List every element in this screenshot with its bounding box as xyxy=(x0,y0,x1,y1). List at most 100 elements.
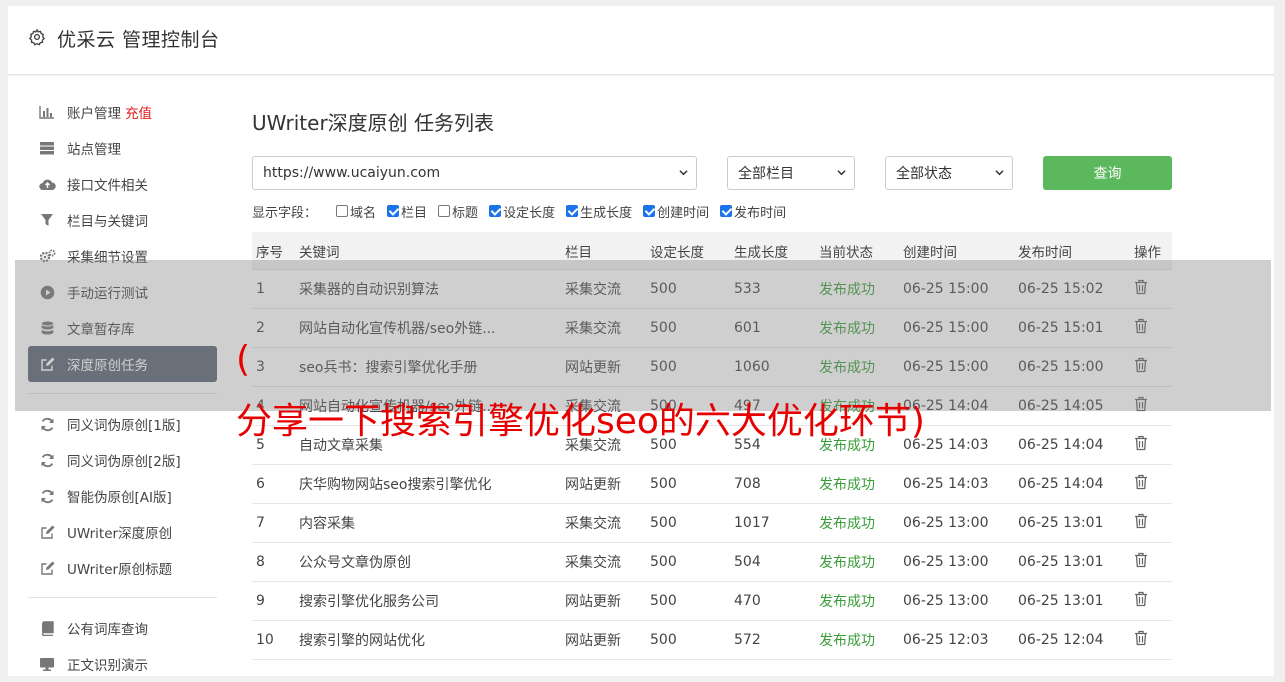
table-cell: 网站更新 xyxy=(565,594,621,610)
table-cell: 500 xyxy=(650,632,677,648)
table-cell: 500 xyxy=(650,515,677,531)
checkbox-box[interactable] xyxy=(489,205,502,217)
filter-icon xyxy=(38,211,56,229)
display-fields-label: 显示字段： xyxy=(252,205,318,221)
sidebar-item-label: 站点管理 xyxy=(67,142,121,158)
delete-button[interactable] xyxy=(1134,474,1172,494)
delete-button[interactable] xyxy=(1134,435,1172,455)
status-select-value: 全部状态 xyxy=(896,166,952,182)
sidebar-item-label: 公有词库查询 xyxy=(67,622,148,638)
checkbox-box[interactable] xyxy=(336,205,349,217)
table-cell: 06-25 14:04 xyxy=(1018,437,1104,453)
table-cell: 发布成功 xyxy=(819,633,875,649)
query-button[interactable]: 查询 xyxy=(1043,156,1172,190)
refresh-icon xyxy=(38,451,56,469)
delete-button[interactable] xyxy=(1134,630,1172,650)
sidebar-item-group1-1[interactable]: 站点管理 xyxy=(28,130,217,166)
trash-icon xyxy=(1135,591,1147,607)
chevron-down-icon xyxy=(995,170,1004,176)
field-checkbox-5[interactable]: 创建时间 xyxy=(643,202,709,221)
banner-overlay xyxy=(15,260,1271,411)
table-cell: 发布成功 xyxy=(819,516,875,532)
table-cell: 发布成功 xyxy=(819,594,875,610)
field-checkbox-1[interactable]: 栏目 xyxy=(387,202,427,221)
delete-button[interactable] xyxy=(1134,513,1172,533)
checkbox-box[interactable] xyxy=(643,205,656,217)
trash-icon xyxy=(1135,474,1147,490)
column-header: 操作 xyxy=(1134,244,1161,261)
chevron-down-icon xyxy=(837,170,846,176)
table-cell: 采集交流 xyxy=(565,516,621,532)
recharge-link[interactable]: 充值 xyxy=(125,102,152,122)
table-cell: 发布成功 xyxy=(819,477,875,493)
table-cell: 06-25 12:03 xyxy=(903,632,989,648)
sidebar-item-label: 智能伪原创[AI版] xyxy=(67,490,172,506)
sidebar-item-group2-2[interactable]: 智能伪原创[AI版] xyxy=(28,478,217,514)
table-row: 6 庆华购物网站seo搜索引擎优化 网站更新 500 708 发布成功 06-25 14:0… xyxy=(252,465,1172,504)
table-cell: 06-25 14:04 xyxy=(1018,476,1104,492)
delete-button[interactable] xyxy=(1134,591,1172,611)
trash-icon xyxy=(1135,435,1147,451)
checkbox-box[interactable] xyxy=(387,205,400,217)
bar-chart-icon xyxy=(38,103,56,121)
sidebar-item-group2-0[interactable]: 同义词伪原创[1版] xyxy=(28,406,217,442)
table-cell: 网站更新 xyxy=(565,477,621,493)
app-title: 优采云 管理控制台 xyxy=(57,29,220,51)
sidebar-item-group1-2[interactable]: 接口文件相关 xyxy=(28,166,217,202)
table-cell: 06-25 13:00 xyxy=(903,515,989,531)
checkbox-box[interactable] xyxy=(566,205,579,217)
table-cell: 708 xyxy=(734,476,761,492)
table-cell: 9 xyxy=(256,593,265,609)
trash-icon xyxy=(1135,552,1147,568)
refresh-icon xyxy=(38,487,56,505)
column-select[interactable]: 全部栏目 xyxy=(727,156,855,190)
column-header: 序号 xyxy=(256,244,283,261)
sidebar-item-group3-1[interactable]: 正文识别演示 xyxy=(28,646,217,682)
field-checkbox-0[interactable]: 域名 xyxy=(336,202,376,221)
sidebar-item-label: 同义词伪原创[2版] xyxy=(67,454,181,470)
field-checkbox-3[interactable]: 设定长度 xyxy=(489,202,555,221)
column-select-value: 全部栏目 xyxy=(738,166,794,182)
field-checkbox-4[interactable]: 生成长度 xyxy=(566,202,632,221)
table-cell: 470 xyxy=(734,593,761,609)
column-header: 发布时间 xyxy=(1018,244,1072,261)
table-cell: 06-25 13:01 xyxy=(1018,554,1104,570)
table-cell: 7 xyxy=(256,515,265,531)
sidebar-item-group1-3[interactable]: 栏目与关键词 xyxy=(28,202,217,238)
site-select[interactable]: https://www.ucaiyun.com xyxy=(252,156,697,190)
sidebar-item-label: 栏目与关键词 xyxy=(67,214,148,230)
sidebar-item-group2-4[interactable]: UWriter原创标题 xyxy=(28,550,217,586)
table-cell: 内容采集 xyxy=(299,516,355,532)
delete-button[interactable] xyxy=(1134,552,1172,572)
checkbox-label: 生成长度 xyxy=(580,205,633,221)
sidebar-item-group2-1[interactable]: 同义词伪原创[2版] xyxy=(28,442,217,478)
monitor-icon xyxy=(38,655,56,673)
table-row: 10 搜索引擎的网站优化 网站更新 500 572 发布成功 06-25 12:03 06-2… xyxy=(252,621,1172,660)
table-row: 8 公众号文章伪原创 采集交流 500 504 发布成功 06-25 13:00 06-25 … xyxy=(252,543,1172,582)
checkbox-box[interactable] xyxy=(438,205,451,217)
checkbox-box[interactable] xyxy=(720,205,733,217)
table-cell: 500 xyxy=(650,476,677,492)
table-cell: 1017 xyxy=(734,515,770,531)
table-cell: 06-25 13:01 xyxy=(1018,515,1104,531)
sidebar-item-label: UWriter原创标题 xyxy=(67,562,173,578)
column-header: 创建时间 xyxy=(903,244,957,261)
column-header: 关键词 xyxy=(299,244,340,261)
sidebar-item-group2-3[interactable]: UWriter深度原创 xyxy=(28,514,217,550)
table-cell: 06-25 13:00 xyxy=(903,593,989,609)
sidebar-item-group3-0[interactable]: 公有词库查询 xyxy=(28,610,217,646)
field-checkbox-6[interactable]: 发布时间 xyxy=(720,202,786,221)
table-cell: 庆华购物网站seo搜索引擎优化 xyxy=(299,477,492,493)
table-cell: 发布成功 xyxy=(819,555,875,571)
field-checkbox-2[interactable]: 标题 xyxy=(438,202,478,221)
column-header: 当前状态 xyxy=(819,244,873,261)
status-select[interactable]: 全部状态 xyxy=(885,156,1013,190)
table-row: 9 搜索引擎优化服务公司 网站更新 500 470 发布成功 06-25 13:00 06-2… xyxy=(252,582,1172,621)
column-header: 栏目 xyxy=(565,244,592,261)
sidebar-item-group1-0[interactable]: 账户管理 充值 xyxy=(28,94,217,130)
table-cell: 06-25 13:01 xyxy=(1018,593,1104,609)
sidebar-item-label: UWriter深度原创 xyxy=(67,526,173,542)
column-header: 设定长度 xyxy=(650,244,704,261)
trash-icon xyxy=(1135,513,1147,529)
table-cell: 采集交流 xyxy=(565,555,621,571)
